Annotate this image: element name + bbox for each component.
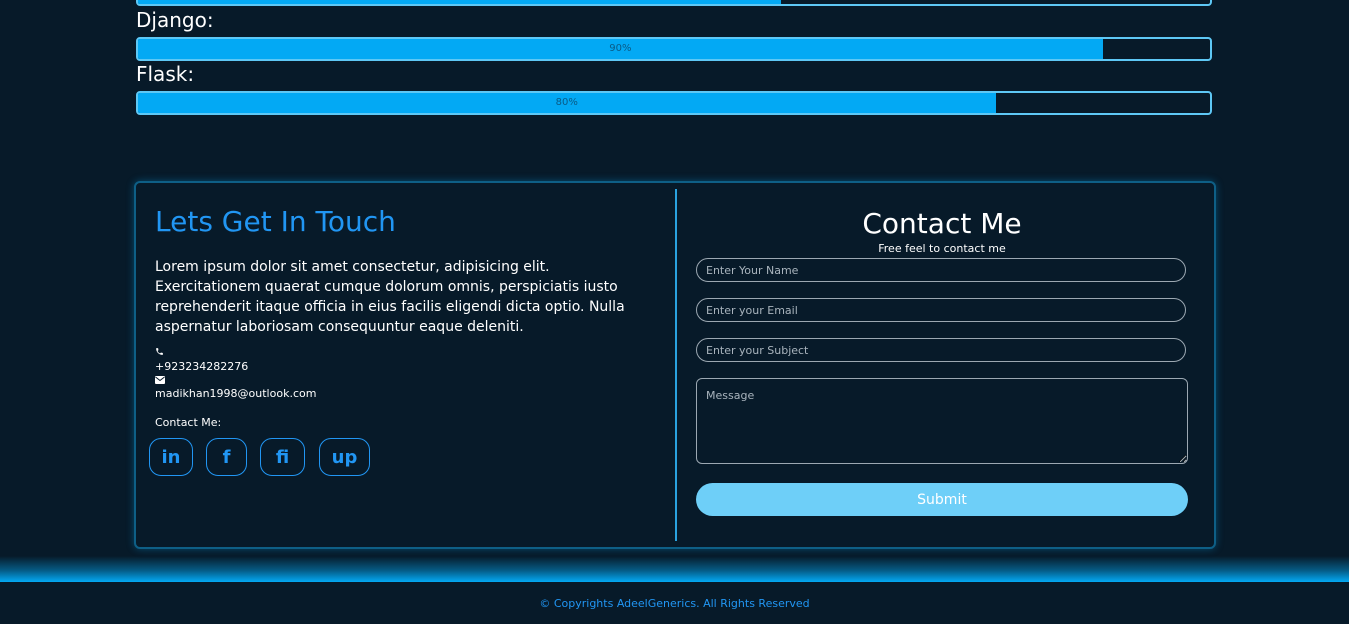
footer: © Copyrights AdeelGenerics. All Rights R… xyxy=(0,582,1349,624)
skill-percent-text: 80% xyxy=(555,97,578,108)
skill-bar-django: 90% xyxy=(136,37,1212,61)
skill-bar-partial xyxy=(136,0,1212,6)
facebook-icon[interactable]: f xyxy=(206,438,247,476)
contact-subtitle: Free feel to contact me xyxy=(878,242,1006,255)
skill-bar-flask: 80% xyxy=(136,91,1212,115)
contact-title: Contact Me xyxy=(862,207,1022,240)
envelope-icon xyxy=(155,374,165,387)
linkedin-icon[interactable]: in xyxy=(149,438,193,476)
skill-label-django: Django: xyxy=(136,8,214,32)
phone-number: +923234282276 xyxy=(155,360,249,373)
email-address: madikhan1998@outlook.com xyxy=(155,387,317,400)
card-divider xyxy=(675,189,677,541)
skill-percent-text: 90% xyxy=(609,43,632,54)
email-input[interactable] xyxy=(696,298,1186,322)
touch-title: Lets Get In Touch xyxy=(155,205,396,238)
phone-icon xyxy=(155,346,164,359)
skill-label-flask: Flask: xyxy=(136,62,195,86)
skill-bar-fill xyxy=(138,0,782,4)
upwork-icon[interactable]: up xyxy=(319,438,370,476)
touch-description: Lorem ipsum dolor sit amet consectetur, … xyxy=(155,259,625,335)
submit-button[interactable]: Submit xyxy=(696,483,1188,516)
fiverr-icon[interactable]: fi xyxy=(260,438,305,476)
name-input[interactable] xyxy=(696,258,1186,282)
subject-input[interactable] xyxy=(696,338,1186,362)
message-textarea[interactable] xyxy=(696,378,1188,464)
copyright-text: © Copyrights AdeelGenerics. All Rights R… xyxy=(539,597,810,610)
contact-card: Lets Get In Touch Lorem ipsum dolor sit … xyxy=(134,181,1216,549)
footer-glow xyxy=(0,556,1349,582)
social-label: Contact Me: xyxy=(155,416,222,429)
